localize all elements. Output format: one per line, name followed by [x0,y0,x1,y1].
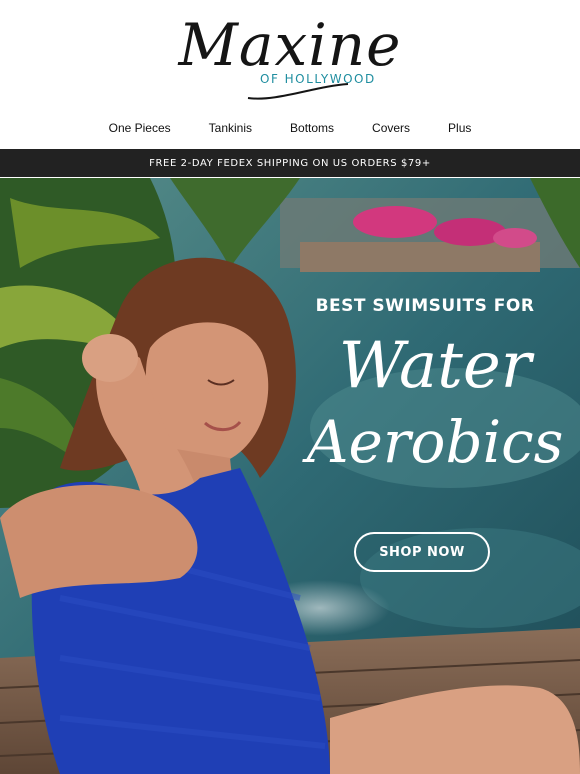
nav-item-bottoms[interactable]: Bottoms [290,121,334,135]
brand-subtitle: OF HOLLYWOOD [260,72,376,86]
shipping-promo-banner[interactable]: FREE 2-DAY FEDEX SHIPPING ON US ORDERS $… [0,149,580,177]
email-header: Maxine OF HOLLYWOOD [0,0,580,108]
hero-headline-line1: Water [338,329,532,403]
shop-now-button[interactable]: SHOP NOW [354,532,490,572]
nav-item-tankinis[interactable]: Tankinis [209,121,252,135]
hero-eyebrow: BEST SWIMSUITS FOR [315,296,535,316]
hero-banner[interactable]: BEST SWIMSUITS FOR Water Aerobics SHOP N… [0,178,580,774]
category-nav: One Pieces Tankinis Bottoms Covers Plus [0,112,580,144]
brand-logo[interactable]: Maxine [0,10,580,80]
nav-item-covers[interactable]: Covers [372,121,410,135]
nav-item-one-pieces[interactable]: One Pieces [109,121,171,135]
hero-headline-line2: Aerobics [306,408,564,476]
nav-item-plus[interactable]: Plus [448,121,471,135]
